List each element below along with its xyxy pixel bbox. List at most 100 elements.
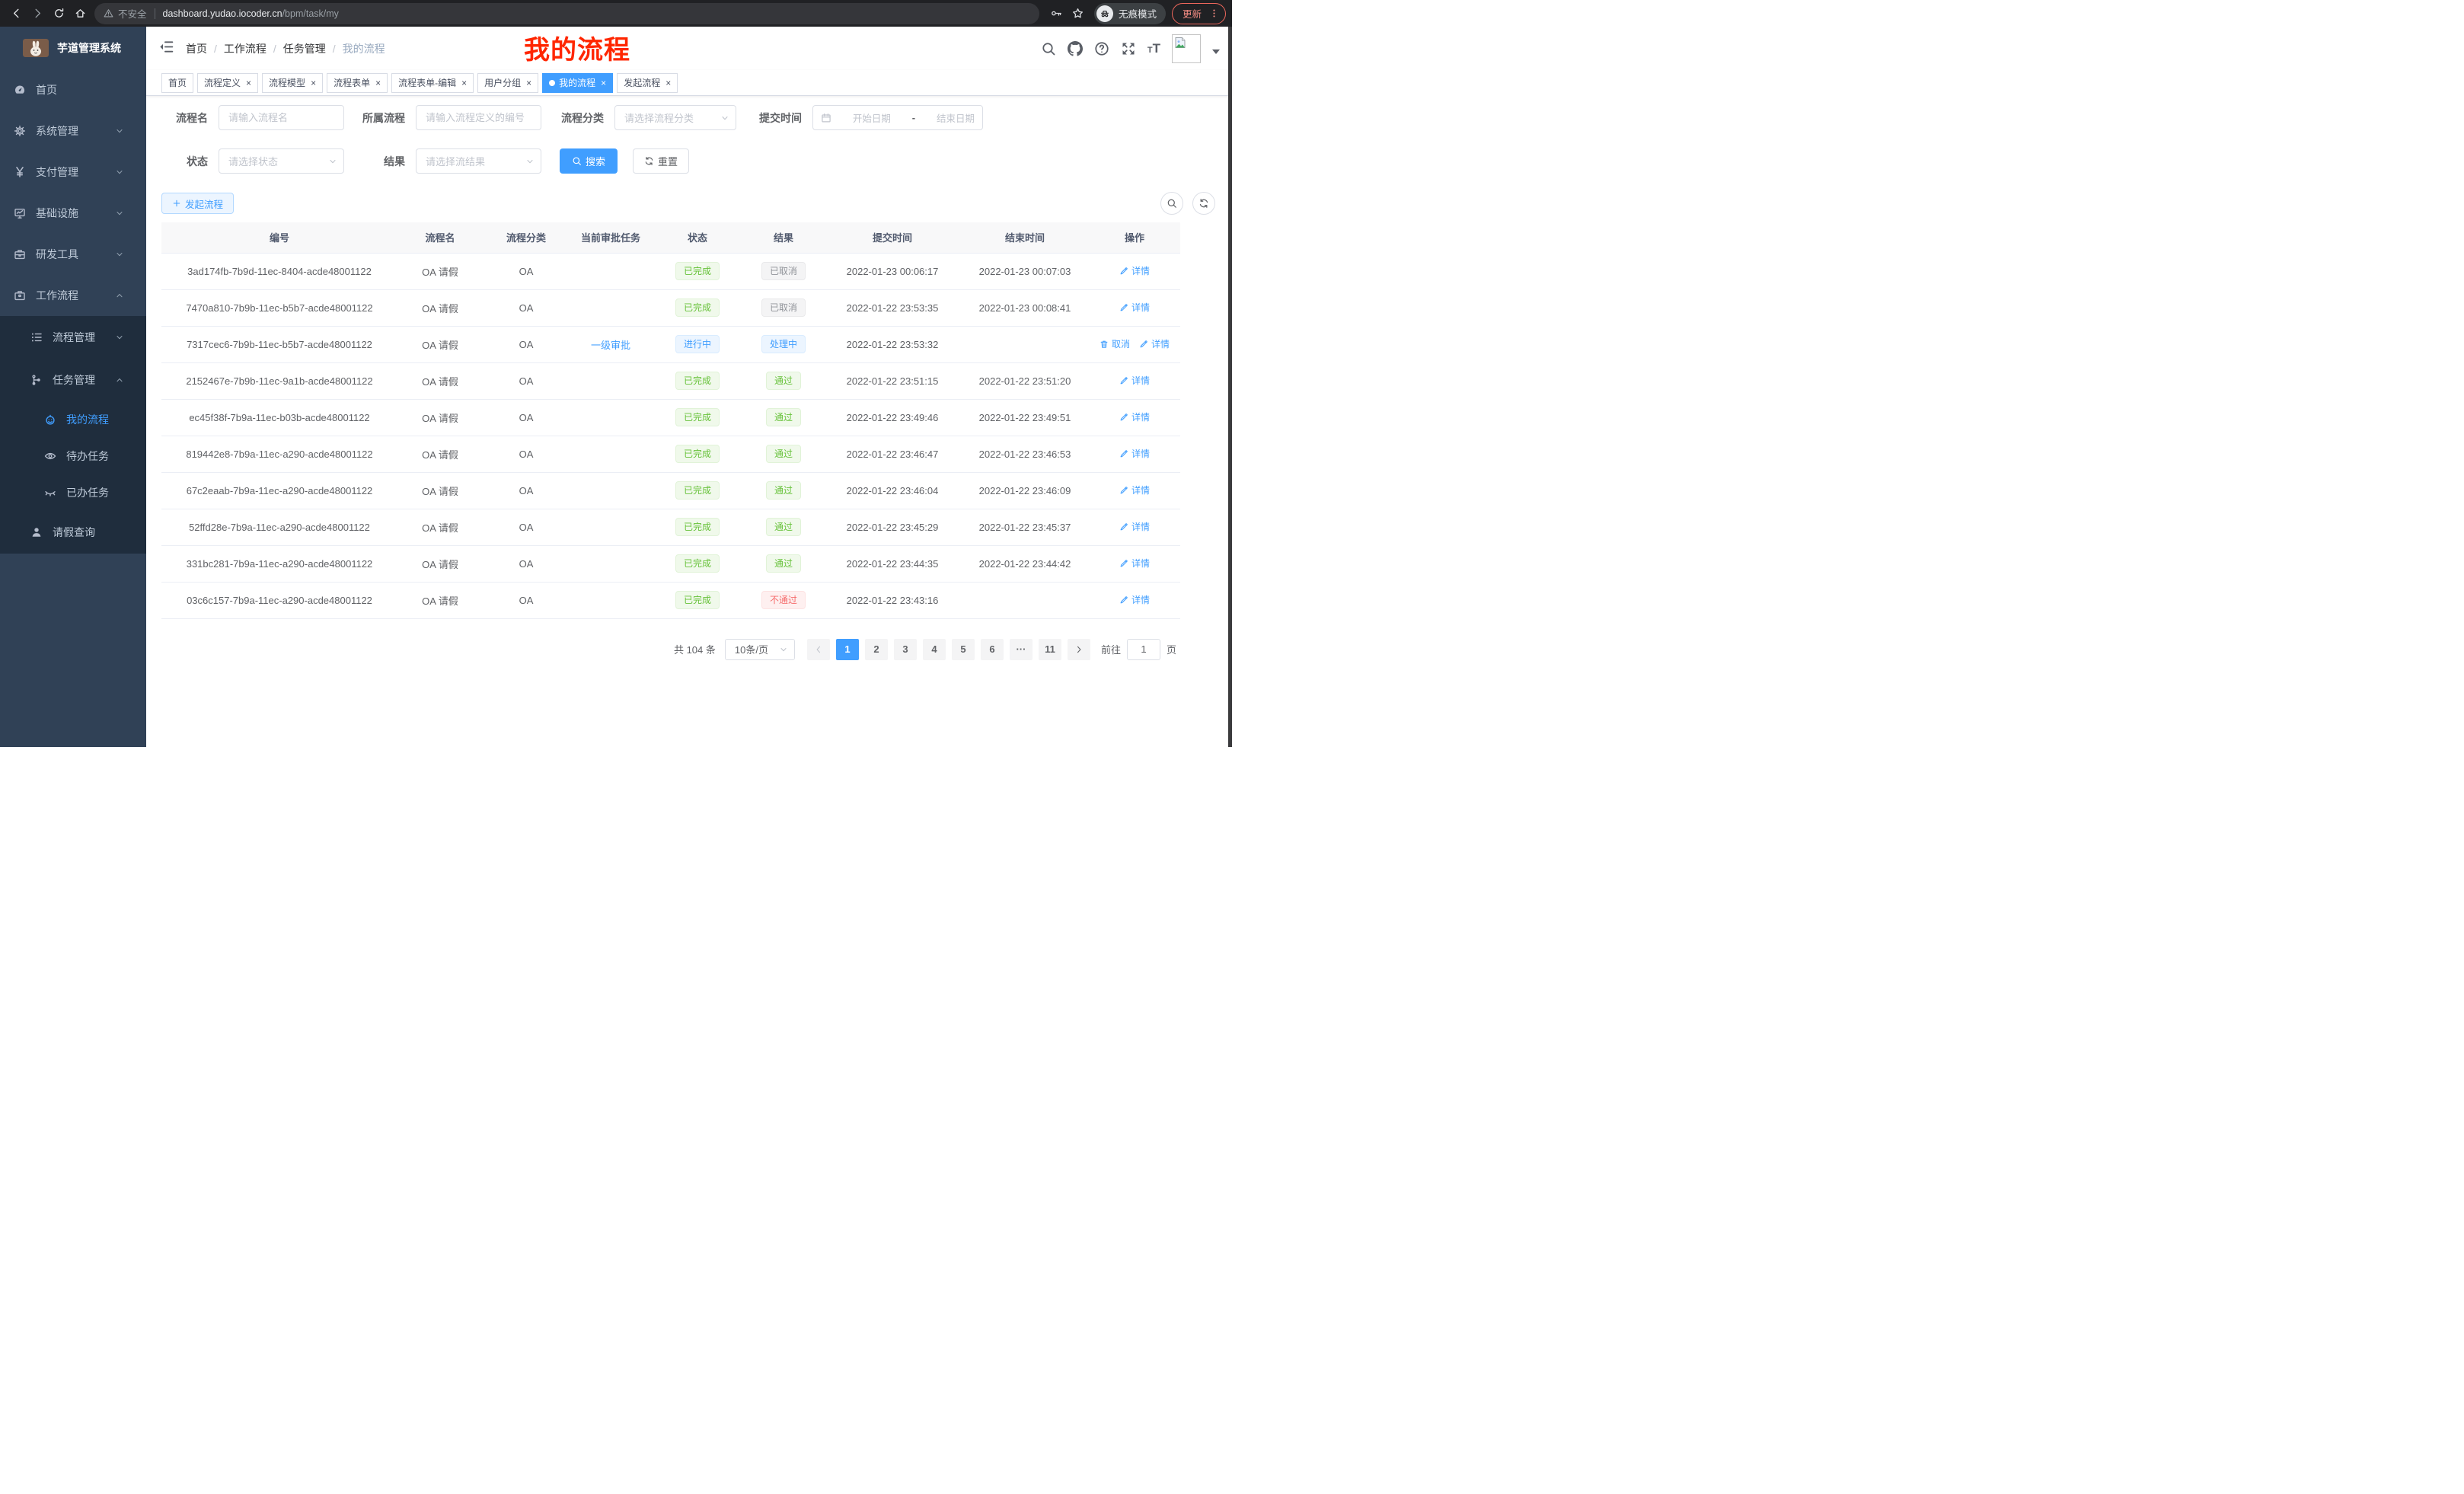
- cell-current-task: [570, 472, 652, 509]
- reload-button[interactable]: [49, 5, 69, 23]
- detail-link[interactable]: 详情: [1119, 374, 1150, 387]
- sidebar-toggle-button[interactable]: [158, 39, 174, 59]
- search-icon[interactable]: [1041, 41, 1056, 56]
- detail-link[interactable]: 详情: [1119, 557, 1150, 570]
- tab-close-icon[interactable]: ×: [461, 78, 467, 88]
- tab-process-definition[interactable]: 流程定义×: [197, 73, 258, 93]
- help-icon[interactable]: [1094, 41, 1109, 56]
- result-select[interactable]: 请选择流结果: [416, 148, 541, 174]
- font-size-icon[interactable]: TT: [1147, 42, 1160, 55]
- goto-page-input[interactable]: [1127, 639, 1160, 660]
- sidebar-item-payment-management[interactable]: 支付管理: [0, 152, 146, 193]
- tab-close-icon[interactable]: ×: [601, 78, 606, 88]
- table-search-button[interactable]: [1160, 192, 1183, 215]
- detail-link[interactable]: 详情: [1119, 447, 1150, 460]
- pagination-page-button[interactable]: 6: [981, 639, 1004, 660]
- tab-close-icon[interactable]: ×: [526, 78, 531, 88]
- pagination-prev-button[interactable]: [807, 639, 830, 660]
- pagination-page-button[interactable]: 11: [1039, 639, 1061, 660]
- submit-time-range-picker[interactable]: 开始日期 - 结束日期: [812, 105, 983, 130]
- detail-link[interactable]: 详情: [1139, 337, 1170, 350]
- tab-process-model[interactable]: 流程模型×: [262, 73, 323, 93]
- cell-process-name: OA 请假: [397, 289, 483, 326]
- table-refresh-button[interactable]: [1192, 192, 1215, 215]
- detail-link[interactable]: 详情: [1119, 593, 1150, 606]
- sidebar-item-task-management[interactable]: 任务管理: [0, 359, 146, 401]
- cell-submit-time: 2022-01-23 00:06:17: [824, 253, 961, 289]
- detail-link[interactable]: 详情: [1119, 484, 1150, 496]
- current-task-link[interactable]: 一级审批: [591, 340, 630, 351]
- cell-result: 通过: [743, 399, 824, 436]
- breadcrumb-item[interactable]: 首页: [186, 41, 207, 56]
- page-size-select[interactable]: 10条/页: [725, 639, 795, 660]
- cell-process-name: OA 请假: [397, 253, 483, 289]
- sidebar-item-leave-query[interactable]: 请假查询: [0, 511, 146, 554]
- cell-actions: 详情: [1089, 436, 1180, 472]
- cell-result: 通过: [743, 362, 824, 399]
- pagination-page-button[interactable]: 1: [836, 639, 859, 660]
- tab-close-icon[interactable]: ×: [375, 78, 381, 88]
- process-definition-input[interactable]: [416, 105, 541, 130]
- pagination-page-button[interactable]: 3: [894, 639, 917, 660]
- tab-process-form-edit[interactable]: 流程表单-编辑×: [391, 73, 474, 93]
- detail-link[interactable]: 详情: [1119, 410, 1150, 423]
- sidebar-item-done-tasks[interactable]: 已办任务: [0, 474, 146, 511]
- pagination-page-button[interactable]: 4: [923, 639, 946, 660]
- pagination-ellipsis[interactable]: ···: [1010, 639, 1033, 660]
- sidebar-item-workflow[interactable]: 工作流程: [0, 275, 146, 316]
- pagination-page-button[interactable]: 2: [865, 639, 888, 660]
- breadcrumb-item[interactable]: 任务管理: [283, 41, 326, 56]
- search-button[interactable]: 搜索: [560, 148, 618, 174]
- tab-process-form[interactable]: 流程表单×: [327, 73, 388, 93]
- column-header: 结果: [743, 222, 824, 253]
- status-placeholder: 请选择状态: [228, 154, 278, 168]
- cancel-link[interactable]: 取消: [1100, 337, 1130, 350]
- github-icon[interactable]: [1068, 41, 1083, 56]
- avatar-caret-icon[interactable]: [1212, 49, 1220, 58]
- sidebar-item-process-management[interactable]: 流程管理: [0, 316, 146, 359]
- update-button[interactable]: 更新: [1172, 3, 1226, 24]
- sidebar-item-home[interactable]: 首页: [0, 69, 146, 110]
- column-header: 提交时间: [824, 222, 961, 253]
- app-logo[interactable]: 芋道管理系统: [0, 27, 146, 69]
- kebab-menu-icon[interactable]: [1209, 8, 1219, 18]
- chevron-down-icon: [779, 645, 788, 654]
- sidebar-item-my-process[interactable]: 我的流程: [0, 401, 146, 438]
- scrollbar[interactable]: [1228, 27, 1232, 747]
- password-key-button[interactable]: [1047, 4, 1067, 24]
- pagination-page-button[interactable]: 5: [952, 639, 975, 660]
- sidebar-item-infrastructure[interactable]: 基础设施: [0, 193, 146, 234]
- breadcrumb-item[interactable]: 工作流程: [224, 41, 267, 56]
- address-bar[interactable]: 不安全 dashboard.yudao.iocoder.cn /bpm/task…: [94, 3, 1039, 24]
- sidebar-item-system-management[interactable]: 系统管理: [0, 110, 146, 152]
- status-select[interactable]: 请选择状态: [219, 148, 344, 174]
- avatar[interactable]: [1172, 34, 1201, 63]
- detail-link[interactable]: 详情: [1119, 264, 1150, 277]
- url-domain: dashboard.yudao.iocoder.cn: [163, 8, 282, 19]
- tab-close-icon[interactable]: ×: [665, 78, 671, 88]
- tab-my-process[interactable]: 我的流程×: [542, 73, 613, 93]
- tab-home[interactable]: 首页: [161, 73, 193, 93]
- tab-user-group[interactable]: 用户分组×: [477, 73, 538, 93]
- reset-button[interactable]: 重置: [633, 148, 689, 174]
- tab-start-process[interactable]: 发起流程×: [617, 73, 678, 93]
- cell-process-name: OA 请假: [397, 436, 483, 472]
- process-name-input[interactable]: [219, 105, 344, 130]
- home-button[interactable]: [70, 5, 90, 23]
- detail-link[interactable]: 详情: [1119, 520, 1150, 533]
- tab-close-icon[interactable]: ×: [311, 78, 316, 88]
- process-category-select[interactable]: 请选择流程分类: [614, 105, 736, 130]
- back-button[interactable]: [6, 5, 26, 23]
- fullscreen-icon[interactable]: [1121, 41, 1136, 56]
- pagination-next-button[interactable]: [1068, 639, 1090, 660]
- incognito-label: 无痕模式: [1119, 6, 1157, 21]
- breadcrumb-item: 我的流程: [343, 41, 385, 56]
- detail-link[interactable]: 详情: [1119, 301, 1150, 314]
- forward-button[interactable]: [27, 5, 47, 23]
- start-process-button[interactable]: 发起流程: [161, 193, 234, 214]
- cell-actions: 详情: [1089, 545, 1180, 582]
- bookmark-button[interactable]: [1068, 4, 1088, 24]
- tab-close-icon[interactable]: ×: [246, 78, 251, 88]
- sidebar-item-dev-tools[interactable]: 研发工具: [0, 234, 146, 275]
- sidebar-item-todo-tasks[interactable]: 待办任务: [0, 438, 146, 474]
